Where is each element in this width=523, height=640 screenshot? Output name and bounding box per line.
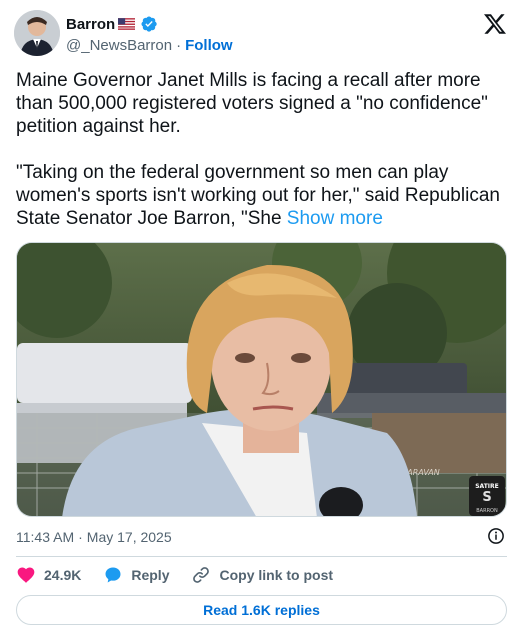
verified-badge-icon: [141, 16, 157, 32]
link-icon: [193, 567, 210, 583]
author-names: Barron @_NewsBarron · Follow: [66, 14, 233, 56]
us-flag-icon: [118, 18, 136, 30]
speech-bubble-icon: [105, 567, 121, 583]
tweet-actions: 24.9K Reply Copy link to post: [16, 563, 507, 587]
media-badge-bottom-text: BARRON: [476, 508, 498, 514]
author-avatar[interactable]: [14, 10, 60, 56]
reply-label: Reply: [131, 567, 170, 583]
tweet-paragraph-2: "Taking on the federal government so men…: [16, 162, 506, 229]
show-more-link[interactable]: Show more: [287, 208, 383, 229]
x-logo-icon[interactable]: [483, 12, 507, 36]
author-handle[interactable]: @_NewsBarron: [66, 37, 172, 54]
name-row: Barron: [66, 14, 233, 34]
media-badge-glyph: S: [482, 490, 491, 505]
tweet-media[interactable]: KARAVAN SATIRE S BARRON: [16, 242, 507, 517]
meta-separator: ·: [78, 529, 83, 545]
tweet-date[interactable]: May 17, 2025: [87, 529, 172, 545]
copy-link-label: Copy link to post: [219, 567, 334, 583]
handle-separator: ·: [176, 37, 182, 54]
media-photo: KARAVAN SATIRE S BARRON: [17, 243, 506, 516]
tweet-meta: 11:43 AM · May 17, 2025: [16, 527, 507, 547]
reply-button[interactable]: Reply: [103, 565, 169, 585]
like-button[interactable]: 24.9K: [16, 565, 81, 585]
like-count: 24.9K: [44, 567, 82, 583]
heart-icon: [17, 567, 35, 583]
info-icon[interactable]: [487, 527, 505, 545]
handle-row: @_NewsBarron · Follow: [66, 36, 233, 56]
tweet-text: Maine Governor Janet Mills is facing a r…: [16, 69, 508, 230]
tweet-embed-card: Barron @_NewsBarron · Follow Maine Gover…: [0, 0, 523, 640]
copy-link-button[interactable]: Copy link to post: [191, 565, 333, 585]
divider: [16, 556, 507, 557]
avatar-portrait: [14, 10, 60, 56]
tweet-time[interactable]: 11:43 AM: [16, 529, 74, 545]
follow-link[interactable]: Follow: [185, 37, 233, 54]
tweet-paragraph-1: Maine Governor Janet Mills is facing a r…: [16, 70, 494, 137]
tweet-header: Barron @_NewsBarron · Follow: [14, 10, 509, 60]
author-display-name[interactable]: Barron: [66, 16, 115, 33]
read-replies-button[interactable]: Read 1.6K replies: [16, 595, 507, 625]
read-replies-label: Read 1.6K replies: [203, 602, 320, 618]
media-badge-top-text: SATIRE: [475, 483, 499, 490]
